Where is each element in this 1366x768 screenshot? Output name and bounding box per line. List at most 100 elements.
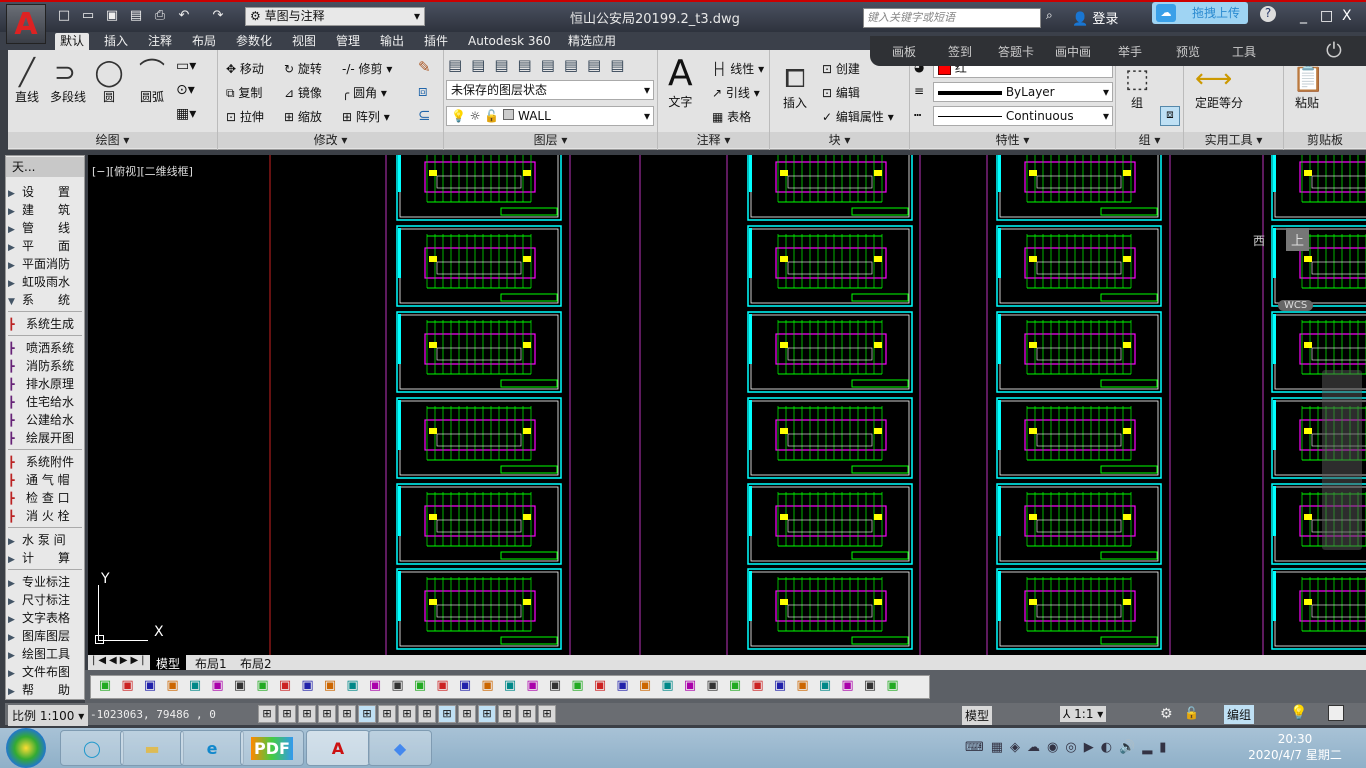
polyline-button[interactable]: ⊃ 多段线 [50, 58, 86, 105]
arc-button[interactable]: ⌒ 圆弧 [137, 58, 167, 105]
toolbar-tool-icon[interactable]: ▣ [141, 678, 159, 696]
status-toggle-icon[interactable]: ⊞ [278, 705, 296, 723]
toolbar-tool-icon[interactable]: ▣ [186, 678, 204, 696]
tab-view[interactable]: 视图 [287, 33, 321, 50]
modify-group-label[interactable]: 修改 ▾ [218, 132, 443, 148]
leader-button[interactable]: ↗ 引线 ▾ [712, 84, 760, 101]
group-select-icon[interactable]: ⧈ [1160, 106, 1180, 126]
tab-annotate[interactable]: 注释 [143, 33, 177, 50]
layers-group-label[interactable]: 图层 ▾ [444, 132, 657, 148]
taskbar-app-file-explorer[interactable]: ▬ [120, 730, 184, 766]
paste-button[interactable]: 📋 粘贴 [1292, 64, 1324, 111]
viewport-controls[interactable]: [−][俯视][二维线框] [92, 163, 193, 179]
login-button[interactable]: 👤 登录 [1072, 8, 1118, 27]
toolbar-tool-icon[interactable]: ▣ [839, 678, 857, 696]
tools-button[interactable]: 工具 [1232, 43, 1256, 60]
panel-item[interactable]: ▶ 专业标注 [8, 573, 82, 591]
panel-item[interactable]: ┣ 消 火 栓 [8, 507, 82, 525]
toolbar-tool-icon[interactable]: ▣ [861, 678, 879, 696]
toolbar-tool-icon[interactable]: ▣ [771, 678, 789, 696]
edit-block-button[interactable]: ⊡ 编辑 [822, 84, 860, 101]
toolbar-tool-icon[interactable]: ▣ [636, 678, 654, 696]
pip-button[interactable]: 画中画 [1055, 43, 1091, 60]
panel-item[interactable]: ▶ 虹吸雨水 [8, 273, 82, 291]
array-button[interactable]: ⊞ 阵列 ▾ [342, 108, 390, 125]
upload-button[interactable]: ☁ 拖拽上传 [1152, 2, 1248, 24]
ellipse-icon[interactable]: ⊙▾ [176, 82, 195, 98]
toolbar-tool-icon[interactable]: ▣ [344, 678, 362, 696]
model-space-button[interactable]: 模型 [962, 706, 993, 725]
panel-item[interactable]: ┣ 喷洒系统 [8, 339, 82, 357]
toolbar-tool-icon[interactable]: ▣ [479, 678, 497, 696]
panel-item[interactable]: ▶ 平 面 [8, 237, 82, 255]
panel-item[interactable]: ┣ 检 查 口 [8, 489, 82, 507]
toolbar-tool-icon[interactable]: ▣ [119, 678, 137, 696]
drawing-canvas[interactable] [88, 155, 1366, 655]
create-block-button[interactable]: ⊡ 创建 [822, 60, 860, 77]
maximize-button[interactable]: □ [1320, 8, 1333, 24]
toolbar-tool-icon[interactable]: ▣ [299, 678, 317, 696]
search-input[interactable]: 键入关键字或短语 [863, 8, 1041, 28]
close-button[interactable]: X [1342, 8, 1352, 24]
taskbar-app-autocad[interactable]: A [306, 730, 370, 766]
toolbar-tool-icon[interactable]: ▣ [96, 678, 114, 696]
toolbar-tool-icon[interactable]: ▣ [501, 678, 519, 696]
status-toggle-icon[interactable]: ⊞ [538, 705, 556, 723]
measure-button[interactable]: ⟷ 定距等分 [1195, 64, 1243, 111]
clean-screen-icon[interactable] [1328, 705, 1344, 721]
properties-group-label[interactable]: 特性 ▾ [910, 132, 1115, 148]
status-toggle-icon[interactable]: ⊞ [418, 705, 436, 723]
tab-insert[interactable]: 插入 [99, 33, 133, 50]
insert-button[interactable]: ⧠ 插入 [780, 64, 810, 111]
panel-item[interactable]: ┣ 绘展开图 [8, 429, 82, 447]
save-icon[interactable]: ▣ [104, 8, 120, 24]
toolbar-tool-icon[interactable]: ▣ [726, 678, 744, 696]
panel-item[interactable]: ┣ 排水原理 [8, 375, 82, 393]
tab-layout[interactable]: 布局 [187, 33, 221, 50]
toolbar-tool-icon[interactable]: ▣ [389, 678, 407, 696]
panel-item[interactable]: ┣ 通 气 帽 [8, 471, 82, 489]
minimize-button[interactable]: _ [1300, 8, 1307, 24]
workspace-select[interactable]: ⚙ 草图与注释 ▾ [245, 7, 425, 26]
panel-item[interactable]: ▶ 文件布图 [8, 663, 82, 681]
print-icon[interactable]: ⎙ [152, 8, 168, 24]
toolbar-tool-icon[interactable]: ▣ [366, 678, 384, 696]
toolbar-tool-icon[interactable]: ▣ [254, 678, 272, 696]
scale-dropdown[interactable]: 比例 1:100 ▾ [8, 705, 89, 726]
panel-item[interactable]: ▶ 绘图工具 [8, 645, 82, 663]
toolbar-tool-icon[interactable]: ▣ [569, 678, 587, 696]
panel-item[interactable]: ▶ 文字表格 [8, 609, 82, 627]
save-as-icon[interactable]: ▤ [128, 8, 144, 24]
raise-hand-button[interactable]: 举手 [1118, 43, 1142, 60]
toolbar-tool-icon[interactable]: ▣ [456, 678, 474, 696]
toolbar-tool-icon[interactable]: ▣ [816, 678, 834, 696]
panel-item[interactable]: ▶ 设 置 [8, 183, 82, 201]
copy-button[interactable]: ⧉ 复制 [226, 84, 262, 101]
system-tray-icons[interactable]: ⌨▦◈☁◉◎▶◐🔊▂▮ [965, 740, 1173, 755]
navigation-bar[interactable] [1322, 370, 1362, 550]
block-group-label[interactable]: 块 ▾ [770, 132, 909, 148]
toolbar-tool-icon[interactable]: ▣ [164, 678, 182, 696]
status-toggle-icon[interactable]: ⊞ [338, 705, 356, 723]
toolbar-tool-icon[interactable]: ▣ [884, 678, 902, 696]
status-toggle-icon[interactable]: ⊞ [378, 705, 396, 723]
toolbar-tool-icon[interactable]: ▣ [434, 678, 452, 696]
whiteboard-button[interactable]: 画板 [892, 43, 916, 60]
group-group-label[interactable]: 组 ▾ [1116, 132, 1183, 148]
toolbar-tool-icon[interactable]: ▣ [749, 678, 767, 696]
panel-item[interactable]: ▼ 系 统 [8, 291, 82, 309]
tab-featured-apps[interactable]: 精选应用 [563, 33, 621, 50]
group-edit-button[interactable]: 编组 [1224, 705, 1255, 724]
panel-item[interactable]: ▶ 水 泵 间 [8, 531, 82, 549]
taskbar-app-qq-browser[interactable]: ◯ [60, 730, 124, 766]
panel-item[interactable]: ▶ 管 线 [8, 219, 82, 237]
fillet-button[interactable]: ╭ 圆角 ▾ [342, 84, 387, 101]
autocad-logo-menu[interactable]: A [6, 4, 46, 44]
panel-item[interactable]: ┣ 系统生成 [8, 315, 82, 333]
new-icon[interactable]: □ [56, 8, 72, 24]
panel-item[interactable]: ▶ 建 筑 [8, 201, 82, 219]
layer-dropdown[interactable]: 💡 ☼ 🔓 WALL ▾ [446, 106, 654, 126]
isolate-bulb-icon[interactable]: 💡 [1290, 705, 1307, 721]
annotation-scale[interactable]: ⅄ 1:1 ▾ [1060, 706, 1107, 722]
toolbar-tool-icon[interactable]: ▣ [794, 678, 812, 696]
